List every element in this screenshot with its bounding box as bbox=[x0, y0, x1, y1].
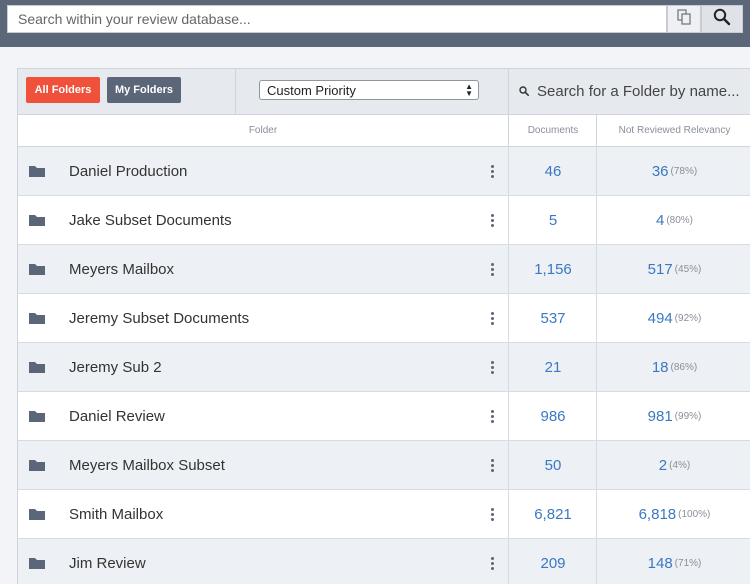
global-search-box[interactable] bbox=[7, 5, 667, 33]
all-folders-button[interactable]: All Folders bbox=[26, 77, 100, 103]
not-reviewed-percent: (86%) bbox=[670, 361, 698, 373]
copy-button[interactable] bbox=[667, 5, 701, 33]
folder-icon bbox=[28, 441, 48, 489]
table-row[interactable]: Daniel Review 986 981 (99%) bbox=[18, 392, 750, 441]
not-reviewed-percent: (100%) bbox=[678, 508, 711, 520]
not-reviewed-count-link[interactable]: 36 bbox=[652, 163, 669, 180]
kebab-menu-icon[interactable] bbox=[482, 343, 502, 391]
not-reviewed-cell: 18 (86%) bbox=[596, 343, 750, 391]
documents-count-link[interactable]: 21 bbox=[508, 343, 597, 391]
not-reviewed-count-link[interactable]: 4 bbox=[656, 212, 664, 229]
table-header: Folder Documents Not Reviewed Relevancy bbox=[18, 115, 750, 147]
kebab-menu-icon[interactable] bbox=[482, 490, 502, 538]
folder-icon bbox=[28, 196, 48, 244]
folders-toolbar: All Folders My Folders Custom Priority ▲… bbox=[18, 69, 750, 115]
folder-icon bbox=[28, 392, 48, 440]
table-row[interactable]: Jim Review 209 148 (71%) bbox=[18, 539, 750, 584]
column-header-documents[interactable]: Documents bbox=[508, 115, 597, 146]
global-search-input[interactable] bbox=[16, 10, 666, 28]
table-row[interactable]: Jeremy Sub 2 21 18 (86%) bbox=[18, 343, 750, 392]
not-reviewed-count-link[interactable]: 148 bbox=[648, 555, 673, 572]
documents-count-link[interactable]: 50 bbox=[508, 441, 597, 489]
kebab-menu-icon[interactable] bbox=[482, 392, 502, 440]
documents-count-link[interactable]: 5 bbox=[508, 196, 597, 244]
kebab-menu-icon[interactable] bbox=[482, 294, 502, 342]
documents-count-link[interactable]: 537 bbox=[508, 294, 597, 342]
not-reviewed-cell: 2 (4%) bbox=[596, 441, 750, 489]
table-row[interactable]: Jake Subset Documents 5 4 (80%) bbox=[18, 196, 750, 245]
toolbar-divider bbox=[235, 69, 236, 114]
sort-priority-select[interactable]: Custom Priority ▲ ▼ bbox=[259, 80, 479, 100]
not-reviewed-percent: (92%) bbox=[674, 312, 702, 324]
folder-icon bbox=[28, 539, 48, 584]
column-header-folder[interactable]: Folder bbox=[18, 115, 508, 146]
table-row[interactable]: Jeremy Subset Documents 537 494 (92%) bbox=[18, 294, 750, 343]
not-reviewed-cell: 6,818 (100%) bbox=[596, 490, 750, 538]
not-reviewed-count-link[interactable]: 18 bbox=[652, 359, 669, 376]
not-reviewed-percent: (4%) bbox=[669, 459, 691, 471]
documents-count-link[interactable]: 6,821 bbox=[508, 490, 597, 538]
kebab-menu-icon[interactable] bbox=[482, 441, 502, 489]
folder-icon bbox=[28, 147, 48, 195]
folder-name[interactable]: Jeremy Subset Documents bbox=[69, 294, 249, 342]
documents-count-link[interactable]: 209 bbox=[508, 539, 597, 584]
table-row[interactable]: Meyers Mailbox 1,156 517 (45%) bbox=[18, 245, 750, 294]
not-reviewed-cell: 981 (99%) bbox=[596, 392, 750, 440]
folder-name[interactable]: Meyers Mailbox Subset bbox=[69, 441, 225, 489]
kebab-menu-icon[interactable] bbox=[482, 539, 502, 584]
search-icon bbox=[713, 8, 731, 31]
select-arrows-icon: ▲ ▼ bbox=[465, 82, 473, 98]
not-reviewed-percent: (71%) bbox=[674, 557, 702, 569]
folders-panel: All Folders My Folders Custom Priority ▲… bbox=[17, 68, 750, 584]
not-reviewed-cell: 4 (80%) bbox=[596, 196, 750, 244]
table-row[interactable]: Meyers Mailbox Subset 50 2 (4%) bbox=[18, 441, 750, 490]
folder-name[interactable]: Meyers Mailbox bbox=[69, 245, 174, 293]
not-reviewed-count-link[interactable]: 2 bbox=[659, 457, 667, 474]
not-reviewed-percent: (78%) bbox=[670, 165, 698, 177]
not-reviewed-cell: 494 (92%) bbox=[596, 294, 750, 342]
documents-count-link[interactable]: 46 bbox=[508, 147, 597, 195]
kebab-menu-icon[interactable] bbox=[482, 245, 502, 293]
kebab-menu-icon[interactable] bbox=[482, 147, 502, 195]
folder-name[interactable]: Daniel Review bbox=[69, 392, 165, 440]
documents-count-link[interactable]: 986 bbox=[508, 392, 597, 440]
not-reviewed-count-link[interactable]: 981 bbox=[648, 408, 673, 425]
global-search-button[interactable] bbox=[701, 5, 743, 33]
folder-name[interactable]: Jim Review bbox=[69, 539, 146, 584]
not-reviewed-count-link[interactable]: 494 bbox=[648, 310, 673, 327]
not-reviewed-percent: (99%) bbox=[674, 410, 702, 422]
folder-icon bbox=[28, 490, 48, 538]
folder-search-input[interactable] bbox=[535, 82, 750, 101]
not-reviewed-percent: (80%) bbox=[666, 214, 694, 226]
table-row[interactable]: Smith Mailbox 6,821 6,818 (100%) bbox=[18, 490, 750, 539]
top-bar bbox=[0, 0, 750, 47]
kebab-menu-icon[interactable] bbox=[482, 196, 502, 244]
search-icon bbox=[519, 83, 529, 101]
not-reviewed-count-link[interactable]: 517 bbox=[648, 261, 673, 278]
copy-icon bbox=[676, 8, 692, 30]
documents-count-link[interactable]: 1,156 bbox=[508, 245, 597, 293]
folder-name[interactable]: Daniel Production bbox=[69, 147, 187, 195]
table-row[interactable]: Daniel Production 46 36 (78%) bbox=[18, 147, 750, 196]
folder-search-box[interactable] bbox=[508, 69, 750, 114]
not-reviewed-percent: (45%) bbox=[674, 263, 702, 275]
folder-icon bbox=[28, 294, 48, 342]
not-reviewed-cell: 517 (45%) bbox=[596, 245, 750, 293]
folder-name[interactable]: Smith Mailbox bbox=[69, 490, 163, 538]
folder-icon bbox=[28, 245, 48, 293]
not-reviewed-cell: 148 (71%) bbox=[596, 539, 750, 584]
folder-name[interactable]: Jeremy Sub 2 bbox=[69, 343, 162, 391]
folder-name[interactable]: Jake Subset Documents bbox=[69, 196, 232, 244]
not-reviewed-count-link[interactable]: 6,818 bbox=[639, 506, 677, 523]
folder-rows: Daniel Production 46 36 (78%) Jake Subset… bbox=[18, 147, 750, 584]
column-header-not-reviewed[interactable]: Not Reviewed Relevancy bbox=[596, 115, 750, 146]
not-reviewed-cell: 36 (78%) bbox=[596, 147, 750, 195]
my-folders-button[interactable]: My Folders bbox=[107, 77, 181, 103]
folder-icon bbox=[28, 343, 48, 391]
sort-priority-value: Custom Priority bbox=[267, 82, 356, 98]
